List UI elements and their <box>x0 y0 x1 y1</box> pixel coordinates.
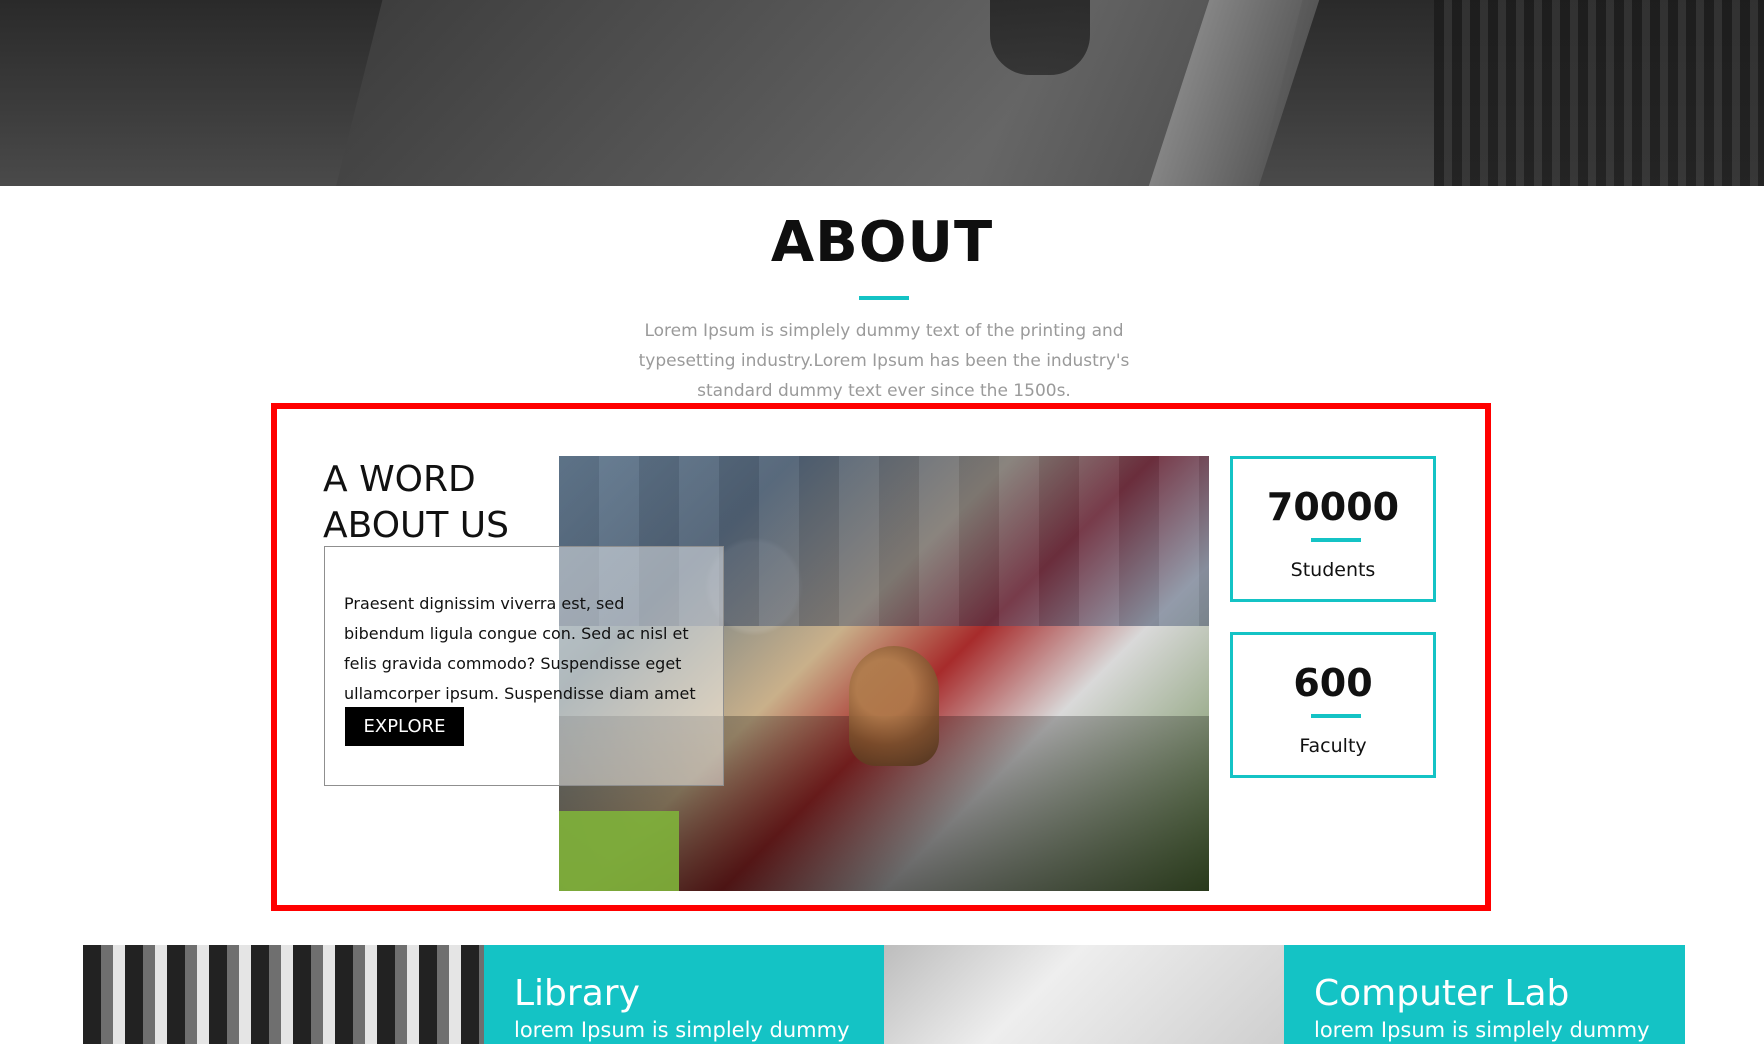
stat-card-faculty: 600 Faculty <box>1230 632 1436 778</box>
hero-people <box>990 0 1090 75</box>
about-title: ABOUT <box>770 210 994 275</box>
computer-lab-subtitle: lorem Ipsum is simplely dummy <box>1314 1018 1650 1042</box>
photo-green-bin <box>559 811 679 891</box>
library-tile[interactable]: Library lorem Ipsum is simplely dummy <box>484 945 884 1044</box>
stat-label: Faculty <box>1299 735 1367 757</box>
hero-railing <box>1434 0 1764 186</box>
computer-lab-image <box>884 945 1284 1044</box>
hero-banner-image <box>0 0 1764 186</box>
library-title: Library <box>514 973 640 1014</box>
about-description: Lorem Ipsum is simplely dummy text of th… <box>638 321 1130 401</box>
computer-lab-tile[interactable]: Computer Lab lorem Ipsum is simplely dum… <box>1284 945 1685 1044</box>
stat-number: 70000 <box>1266 485 1400 529</box>
library-image <box>83 945 484 1044</box>
explore-button[interactable]: EXPLORE <box>345 707 464 746</box>
library-subtitle: lorem Ipsum is simplely dummy <box>514 1018 850 1042</box>
stat-underline <box>1311 538 1361 542</box>
stat-card-students: 70000 Students <box>1230 456 1436 602</box>
stat-number: 600 <box>1293 661 1373 705</box>
word-about-heading-line-2: ABOUT US <box>323 505 510 546</box>
photo-student <box>849 646 939 766</box>
word-about-heading: A WORD ABOUT US <box>323 457 543 549</box>
stat-underline <box>1311 714 1361 718</box>
computer-lab-title: Computer Lab <box>1314 973 1570 1014</box>
about-card-text: Praesent dignissim viverra est, sed bibe… <box>344 594 696 703</box>
about-title-underline <box>859 296 909 300</box>
stat-label: Students <box>1290 559 1376 581</box>
word-about-heading-line-1: A WORD <box>323 459 476 500</box>
facilities-strip: Library lorem Ipsum is simplely dummy Co… <box>83 945 1685 1044</box>
